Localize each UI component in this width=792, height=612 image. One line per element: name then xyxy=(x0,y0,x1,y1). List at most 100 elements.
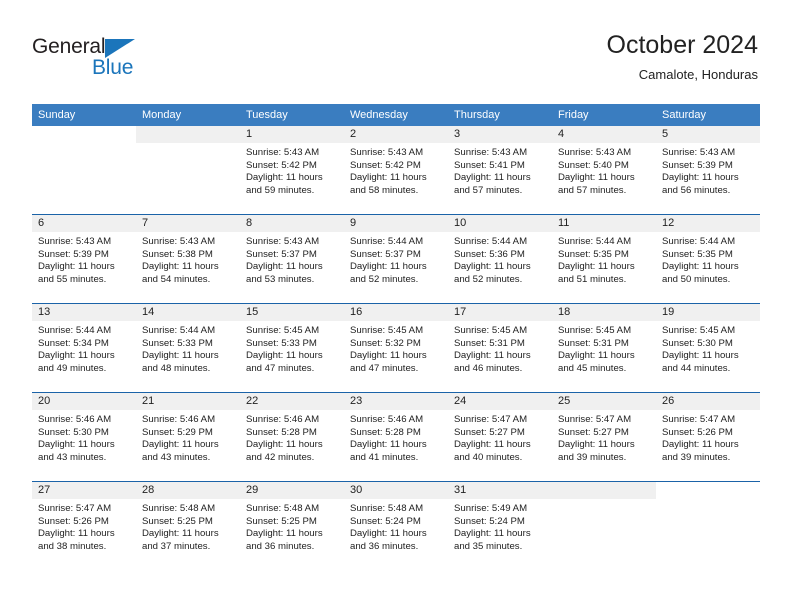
day-cell-3[interactable]: 3 Sunrise: 5:43 AM Sunset: 5:41 PM Daylight… xyxy=(448,126,552,214)
day-cell-29[interactable]: 29 Sunrise: 5:48 AM Sunset: 5:25 PM Dayligh… xyxy=(240,482,344,570)
day-cell-27[interactable]: 27 Sunrise: 5:47 AM Sunset: 5:26 PM Dayligh… xyxy=(32,482,136,570)
daylight-text: Daylight: 11 hours and 57 minutes. xyxy=(454,172,531,196)
day-cell-2[interactable]: 2 Sunrise: 5:43 AM Sunset: 5:42 PM Daylight… xyxy=(344,126,448,214)
day-cell-13[interactable]: 13 Sunrise: 5:44 AM Sunset: 5:34 PM Dayligh… xyxy=(32,304,136,392)
calendar-cell: 2 Sunrise: 5:43 AM Sunset: 5:42 PM Daylight… xyxy=(344,126,448,215)
day-details: Sunrise: 5:47 AM Sunset: 5:26 PM Daylight:… xyxy=(656,410,760,464)
day-details: Sunrise: 5:46 AM Sunset: 5:28 PM Daylight:… xyxy=(344,410,448,464)
daylight-text: Daylight: 11 hours and 38 minutes. xyxy=(38,528,115,552)
calendar-cell xyxy=(552,481,656,570)
day-cell-26[interactable]: 26 Sunrise: 5:47 AM Sunset: 5:26 PM Dayligh… xyxy=(656,393,760,481)
day-details: Sunrise: 5:45 AM Sunset: 5:33 PM Daylight:… xyxy=(240,321,344,375)
day-cell-15[interactable]: 15 Sunrise: 5:45 AM Sunset: 5:33 PM Dayligh… xyxy=(240,304,344,392)
day-number: 18 xyxy=(552,304,656,321)
calendar-cell xyxy=(656,481,760,570)
sunrise-text: Sunrise: 5:43 AM xyxy=(38,236,112,247)
daylight-text: Daylight: 11 hours and 58 minutes. xyxy=(350,172,427,196)
day-cell-7[interactable]: 7 Sunrise: 5:43 AM Sunset: 5:38 PM Daylight… xyxy=(136,215,240,303)
logo-text-blue: Blue xyxy=(92,56,134,79)
day-cell-21[interactable]: 21 Sunrise: 5:46 AM Sunset: 5:29 PM Dayligh… xyxy=(136,393,240,481)
day-number: 22 xyxy=(240,393,344,410)
day-details: Sunrise: 5:46 AM Sunset: 5:30 PM Daylight:… xyxy=(32,410,136,464)
day-details: Sunrise: 5:44 AM Sunset: 5:34 PM Daylight:… xyxy=(32,321,136,375)
sunrise-text: Sunrise: 5:47 AM xyxy=(558,414,632,425)
logo-text-general: General xyxy=(32,35,106,58)
calendar-cell: 10 Sunrise: 5:44 AM Sunset: 5:36 PM Dayligh… xyxy=(448,214,552,304)
sunrise-text: Sunrise: 5:45 AM xyxy=(454,325,528,336)
day-cell-23[interactable]: 23 Sunrise: 5:46 AM Sunset: 5:28 PM Dayligh… xyxy=(344,393,448,481)
calendar-cell: 14 Sunrise: 5:44 AM Sunset: 5:33 PM Dayligh… xyxy=(136,303,240,393)
day-cell-4[interactable]: 4 Sunrise: 5:43 AM Sunset: 5:40 PM Daylight… xyxy=(552,126,656,214)
sunset-text: Sunset: 5:36 PM xyxy=(454,248,525,260)
sunrise-text: Sunrise: 5:44 AM xyxy=(558,236,632,247)
day-cell-30[interactable]: 30 Sunrise: 5:48 AM Sunset: 5:24 PM Dayligh… xyxy=(344,482,448,570)
calendar-cell: 3 Sunrise: 5:43 AM Sunset: 5:41 PM Daylight… xyxy=(448,126,552,215)
day-cell-31[interactable]: 31 Sunrise: 5:49 AM Sunset: 5:24 PM Dayligh… xyxy=(448,482,552,570)
daylight-text: Daylight: 11 hours and 59 minutes. xyxy=(246,172,323,196)
sunrise-text: Sunrise: 5:47 AM xyxy=(38,503,112,514)
day-details: Sunrise: 5:43 AM Sunset: 5:38 PM Daylight:… xyxy=(136,232,240,286)
day-cell-9[interactable]: 9 Sunrise: 5:44 AM Sunset: 5:37 PM Daylight… xyxy=(344,215,448,303)
day-cell-8[interactable]: 8 Sunrise: 5:43 AM Sunset: 5:37 PM Daylight… xyxy=(240,215,344,303)
day-cell-19[interactable]: 19 Sunrise: 5:45 AM Sunset: 5:30 PM Dayligh… xyxy=(656,304,760,392)
day-cell-18[interactable]: 18 Sunrise: 5:45 AM Sunset: 5:31 PM Dayligh… xyxy=(552,304,656,392)
sunset-text: Sunset: 5:28 PM xyxy=(350,426,421,438)
day-cell-empty xyxy=(656,482,760,570)
day-number: 14 xyxy=(136,304,240,321)
sunset-text: Sunset: 5:32 PM xyxy=(350,337,421,349)
daylight-text: Daylight: 11 hours and 42 minutes. xyxy=(246,439,323,463)
day-cell-28[interactable]: 28 Sunrise: 5:48 AM Sunset: 5:25 PM Dayligh… xyxy=(136,482,240,570)
day-number: 25 xyxy=(552,393,656,410)
calendar-cell: 21 Sunrise: 5:46 AM Sunset: 5:29 PM Dayligh… xyxy=(136,392,240,482)
day-cell-14[interactable]: 14 Sunrise: 5:44 AM Sunset: 5:33 PM Dayligh… xyxy=(136,304,240,392)
day-number: 12 xyxy=(656,215,760,232)
day-cell-12[interactable]: 12 Sunrise: 5:44 AM Sunset: 5:35 PM Dayligh… xyxy=(656,215,760,303)
day-cell-11[interactable]: 11 Sunrise: 5:44 AM Sunset: 5:35 PM Dayligh… xyxy=(552,215,656,303)
day-details: Sunrise: 5:45 AM Sunset: 5:31 PM Daylight:… xyxy=(448,321,552,375)
day-details: Sunrise: 5:48 AM Sunset: 5:25 PM Daylight:… xyxy=(240,499,344,553)
day-number: 10 xyxy=(448,215,552,232)
day-number: 3 xyxy=(448,126,552,143)
sunrise-text: Sunrise: 5:44 AM xyxy=(454,236,528,247)
page-subtitle: Camalote, Honduras xyxy=(638,67,758,82)
day-cell-20[interactable]: 20 Sunrise: 5:46 AM Sunset: 5:30 PM Dayligh… xyxy=(32,393,136,481)
sunrise-text: Sunrise: 5:47 AM xyxy=(454,414,528,425)
sunrise-text: Sunrise: 5:43 AM xyxy=(662,147,736,158)
day-number: 11 xyxy=(552,215,656,232)
day-number: 2 xyxy=(344,126,448,143)
day-cell-10[interactable]: 10 Sunrise: 5:44 AM Sunset: 5:36 PM Dayligh… xyxy=(448,215,552,303)
calendar-cell: 5 Sunrise: 5:43 AM Sunset: 5:39 PM Daylight… xyxy=(656,126,760,215)
calendar-week-row: 20 Sunrise: 5:46 AM Sunset: 5:30 PM Dayligh… xyxy=(32,392,760,482)
sunrise-text: Sunrise: 5:46 AM xyxy=(142,414,216,425)
day-cell-17[interactable]: 17 Sunrise: 5:45 AM Sunset: 5:31 PM Dayligh… xyxy=(448,304,552,392)
calendar-cell: 20 Sunrise: 5:46 AM Sunset: 5:30 PM Dayligh… xyxy=(32,392,136,482)
day-details: Sunrise: 5:43 AM Sunset: 5:39 PM Daylight:… xyxy=(32,232,136,286)
day-cell-24[interactable]: 24 Sunrise: 5:47 AM Sunset: 5:27 PM Dayligh… xyxy=(448,393,552,481)
page-title: October 2024 xyxy=(606,31,759,59)
day-cell-5[interactable]: 5 Sunrise: 5:43 AM Sunset: 5:39 PM Daylight… xyxy=(656,126,760,214)
general-blue-logo: General Blue xyxy=(32,36,162,86)
calendar-cell: 30 Sunrise: 5:48 AM Sunset: 5:24 PM Dayligh… xyxy=(344,481,448,570)
day-cell-6[interactable]: 6 Sunrise: 5:43 AM Sunset: 5:39 PM Daylight… xyxy=(32,215,136,303)
day-number: 26 xyxy=(656,393,760,410)
calendar-week-row: 1 Sunrise: 5:43 AM Sunset: 5:42 PM Daylight… xyxy=(32,126,760,215)
day-cell-1[interactable]: 1 Sunrise: 5:43 AM Sunset: 5:42 PM Daylight… xyxy=(240,126,344,214)
sunrise-text: Sunrise: 5:44 AM xyxy=(38,325,112,336)
day-cell-22[interactable]: 22 Sunrise: 5:46 AM Sunset: 5:28 PM Dayligh… xyxy=(240,393,344,481)
day-cell-25[interactable]: 25 Sunrise: 5:47 AM Sunset: 5:27 PM Dayligh… xyxy=(552,393,656,481)
day-cell-16[interactable]: 16 Sunrise: 5:45 AM Sunset: 5:32 PM Dayligh… xyxy=(344,304,448,392)
weekday-header-sunday: Sunday xyxy=(32,104,136,126)
sunset-text: Sunset: 5:33 PM xyxy=(142,337,213,349)
day-details: Sunrise: 5:45 AM Sunset: 5:32 PM Daylight:… xyxy=(344,321,448,375)
day-details: Sunrise: 5:43 AM Sunset: 5:39 PM Daylight:… xyxy=(656,143,760,197)
calendar-week-row: 13 Sunrise: 5:44 AM Sunset: 5:34 PM Dayligh… xyxy=(32,303,760,393)
sunset-text: Sunset: 5:42 PM xyxy=(350,159,421,171)
calendar-page: General Blue October 2024 Camalote, Hond… xyxy=(0,0,792,612)
sunset-text: Sunset: 5:38 PM xyxy=(142,248,213,260)
sunset-text: Sunset: 5:35 PM xyxy=(558,248,629,260)
day-cell-empty xyxy=(552,482,656,570)
calendar-cell xyxy=(32,126,136,215)
sunset-text: Sunset: 5:33 PM xyxy=(246,337,317,349)
weekday-header-row: Sunday Monday Tuesday Wednesday Thursday Frid… xyxy=(32,104,760,126)
day-details: Sunrise: 5:47 AM Sunset: 5:26 PM Daylight:… xyxy=(32,499,136,553)
